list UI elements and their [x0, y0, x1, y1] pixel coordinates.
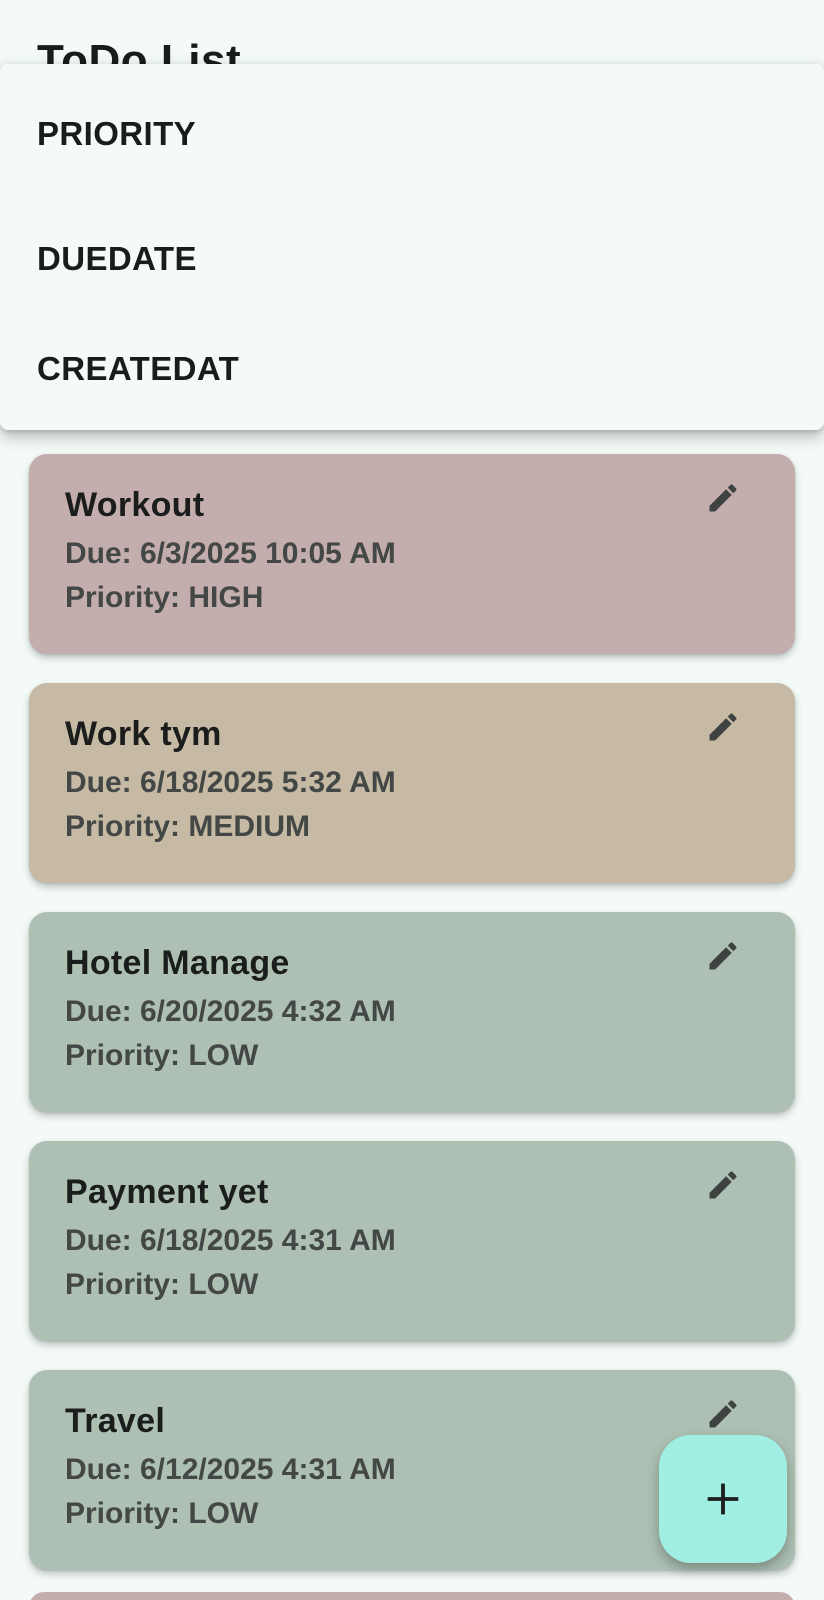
task-card-workout[interactable]: Workout Due: 6/3/2025 10:05 AM Priority:… — [29, 454, 795, 654]
edit-button[interactable] — [703, 936, 743, 976]
pencil-icon — [709, 1171, 737, 1199]
task-priority: Priority: HIGH — [65, 581, 264, 614]
pencil-icon — [709, 1400, 737, 1428]
menu-item-createdat[interactable]: CREATEDAT — [0, 314, 824, 424]
menu-item-duedate[interactable]: DUEDATE — [0, 204, 824, 314]
task-priority: Priority: LOW — [65, 1039, 259, 1072]
task-title: Travel — [65, 1402, 166, 1440]
plus-icon — [707, 1483, 739, 1515]
task-card-payment-yet[interactable]: Payment yet Due: 6/18/2025 4:31 AM Prior… — [29, 1141, 795, 1341]
task-title: Hotel Manage — [65, 944, 290, 982]
pencil-icon — [709, 942, 737, 970]
task-title: Workout — [65, 486, 205, 524]
task-list: Workout Due: 6/3/2025 10:05 AM Priority:… — [29, 454, 795, 1599]
task-due-date: Due: 6/3/2025 10:05 AM — [65, 537, 396, 570]
pencil-icon — [709, 713, 737, 741]
task-due-date: Due: 6/12/2025 4:31 AM — [65, 1453, 396, 1486]
task-priority: Priority: LOW — [65, 1268, 259, 1301]
task-card-hotel-manage[interactable]: Hotel Manage Due: 6/20/2025 4:32 AM Prio… — [29, 912, 795, 1112]
task-card-work-tym[interactable]: Work tym Due: 6/18/2025 5:32 AM Priority… — [29, 683, 795, 883]
edit-button[interactable] — [703, 478, 743, 518]
task-priority: Priority: LOW — [65, 1497, 259, 1530]
add-task-button[interactable] — [659, 1435, 787, 1563]
pencil-icon — [709, 484, 737, 512]
edit-button[interactable] — [703, 707, 743, 747]
task-due-date: Due: 6/20/2025 4:32 AM — [65, 995, 396, 1028]
task-title: Work tym — [65, 715, 222, 753]
task-due-date: Due: 6/18/2025 5:32 AM — [65, 766, 396, 799]
task-card-partial[interactable] — [29, 1592, 795, 1600]
edit-button[interactable] — [703, 1165, 743, 1205]
task-due-date: Due: 6/18/2025 4:31 AM — [65, 1224, 396, 1257]
task-title: Payment yet — [65, 1173, 269, 1211]
edit-button[interactable] — [703, 1394, 743, 1434]
task-priority: Priority: MEDIUM — [65, 810, 311, 843]
sort-menu: PRIORITY DUEDATE CREATEDAT — [0, 64, 824, 430]
menu-item-priority[interactable]: PRIORITY — [0, 64, 824, 204]
